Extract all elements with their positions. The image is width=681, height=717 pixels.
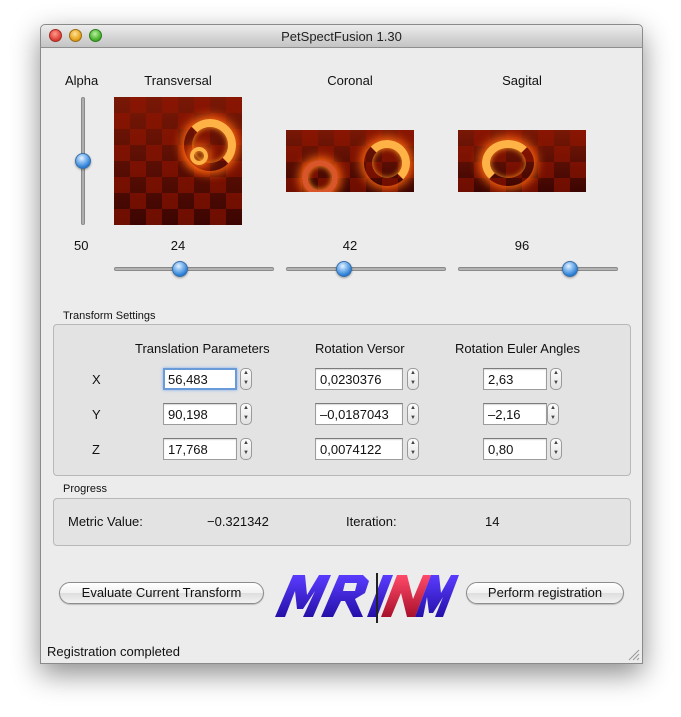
versor-z-stepper[interactable]: ▲ ▼ (407, 438, 419, 460)
translation-z-stepper[interactable]: ▲ ▼ (240, 438, 252, 460)
translation-x-stepper[interactable]: ▲ ▼ (240, 368, 252, 390)
versor-y-field[interactable] (315, 403, 403, 425)
translation-z-field[interactable] (163, 438, 237, 460)
coronal-image[interactable] (286, 130, 414, 192)
resize-grip-icon[interactable] (628, 649, 640, 661)
sagital-slider[interactable] (458, 267, 618, 271)
coronal-title: Coronal (327, 73, 373, 88)
axis-label-y: Y (92, 407, 101, 422)
coronal-slider-knob[interactable] (336, 261, 353, 277)
iteration-label: Iteration: (346, 514, 397, 529)
perform-registration-button[interactable]: Perform registration (466, 582, 624, 604)
alpha-slider-knob[interactable] (75, 153, 91, 169)
translation-y-stepper[interactable]: ▲ ▼ (240, 403, 252, 425)
transversal-image[interactable] (114, 97, 242, 225)
window-title: PetSpectFusion 1.30 (281, 29, 402, 44)
transform-settings-title: Transform Settings (63, 310, 156, 322)
metric-value-label: Metric Value: (68, 514, 143, 529)
versor-header: Rotation Versor (315, 341, 405, 356)
alpha-label: Alpha (65, 73, 99, 88)
sagital-image[interactable] (458, 130, 586, 192)
euler-header: Rotation Euler Angles (455, 341, 581, 356)
euler-x-stepper[interactable]: ▲ ▼ (550, 368, 562, 390)
sagital-slice-value: 96 (514, 238, 530, 253)
app-window: PetSpectFusion 1.30 Alpha 50 Transversal… (40, 24, 643, 664)
axis-label-x: X (92, 372, 101, 387)
versor-y-stepper[interactable]: ▲ ▼ (407, 403, 419, 425)
title-bar: PetSpectFusion 1.30 (41, 25, 642, 48)
evaluate-transform-button[interactable]: Evaluate Current Transform (59, 582, 264, 604)
coronal-slider[interactable] (286, 267, 446, 271)
sagital-slider-knob[interactable] (561, 261, 578, 277)
axis-label-z: Z (92, 442, 100, 457)
status-text: Registration completed (47, 644, 180, 659)
coronal-slice-value: 42 (342, 238, 358, 253)
translation-header: Translation Parameters (135, 341, 270, 356)
translation-x-field[interactable] (163, 368, 237, 390)
mri-nm-logo-icon (275, 573, 459, 623)
transversal-title: Transversal (144, 73, 212, 88)
sagital-title: Sagital (502, 73, 542, 88)
metric-value: −0.321342 (207, 514, 269, 529)
iteration-value: 14 (485, 514, 500, 529)
transversal-slice-value: 24 (170, 238, 186, 253)
euler-y-field[interactable] (483, 403, 547, 425)
versor-z-field[interactable] (315, 438, 403, 460)
progress-title: Progress (63, 483, 108, 495)
euler-x-field[interactable] (483, 368, 547, 390)
euler-z-field[interactable] (483, 438, 547, 460)
translation-y-field[interactable] (163, 403, 237, 425)
euler-z-stepper[interactable]: ▲ ▼ (550, 438, 562, 460)
versor-x-stepper[interactable]: ▲ ▼ (407, 368, 419, 390)
transversal-slider[interactable] (114, 267, 274, 271)
versor-x-field[interactable] (315, 368, 403, 390)
alpha-value: 50 (74, 238, 89, 253)
euler-y-stepper[interactable]: ▲ ▼ (547, 403, 559, 425)
transversal-slider-knob[interactable] (171, 261, 188, 277)
